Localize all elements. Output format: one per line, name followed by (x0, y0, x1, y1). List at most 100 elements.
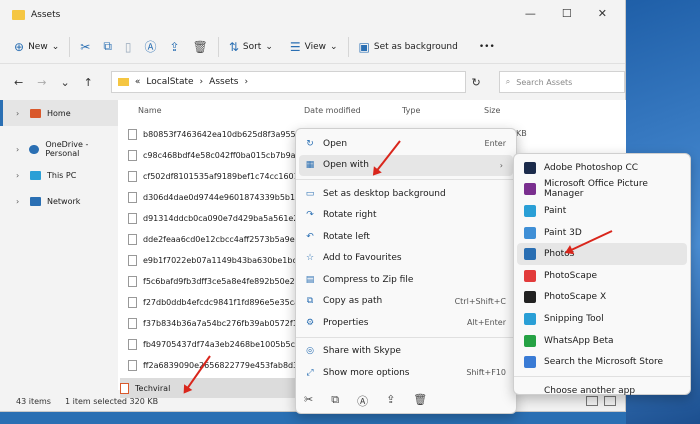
copy-button[interactable]: ⧉ (103, 39, 112, 54)
sidebar-item-onedrive[interactable]: › OneDrive - Personal (0, 136, 118, 162)
context-item-share-with-skype[interactable]: ◎ Share with Skype (296, 341, 516, 363)
sidebar-item-home[interactable]: › Home (0, 100, 118, 126)
context-item-copy-as-path[interactable]: ⧉ Copy as path Ctrl+Shift+C (296, 291, 516, 313)
column-date-modified[interactable]: Date modified (304, 106, 361, 115)
file-row[interactable]: d306d4dae0d9744e9601874339b5b108654... (128, 187, 303, 207)
file-icon (128, 254, 137, 266)
context-item-properties[interactable]: ⚙ Properties Alt+Enter (296, 312, 516, 334)
refresh-icon[interactable]: ↻ (472, 76, 481, 89)
context-item-rotate-left[interactable]: ↶ Rotate left (296, 226, 516, 248)
file-name: d306d4dae0d9744e9601874339b5b108654... (143, 192, 303, 202)
more-options-button[interactable]: ••• (479, 42, 495, 52)
menu-item-icon: ↶ (306, 231, 314, 242)
window-title: Assets (31, 10, 61, 20)
context-quick-actions: ✂ ⧉ Ⓐ ⇪ 🗑 (304, 393, 427, 409)
file-name: ff2a6839090e2656822779e453fab8d3389... (143, 360, 303, 370)
app-icon (524, 161, 536, 174)
file-row[interactable]: f5c6bafd9fb3dff3ce5a8e4fe892b50e2077e... (128, 271, 303, 291)
context-item-rotate-right[interactable]: ↷ Rotate right (296, 205, 516, 227)
context-item-show-more-options[interactable]: ⤢ Show more options Shift+F10 (296, 362, 516, 384)
file-row[interactable]: dde2feaa6cd0e12cbcc4aff2573b5a9e8d52... (128, 229, 303, 249)
context-item-open[interactable]: ↻ Open Enter (296, 133, 516, 155)
back-arrow-icon[interactable]: ← (14, 76, 23, 89)
rename-icon[interactable]: Ⓐ (357, 393, 368, 409)
chevron-down-icon: ⌄ (265, 41, 273, 52)
sort-button[interactable]: ⇅ Sort ⌄ (229, 40, 273, 54)
context-item-compress-to-zip-file[interactable]: ▤ Compress to Zip file (296, 269, 516, 291)
address-bar[interactable]: « LocalState › Assets › (110, 71, 466, 93)
search-icon: ⌕ (505, 77, 511, 86)
open-with-whatsapp-beta[interactable]: WhatsApp Beta (514, 330, 690, 352)
file-name: f37b834b36a7a54bc276fb39ab0572f15250... (143, 318, 303, 328)
file-name: c98c468bdf4e58c042ff0ba015cb7b9a5797... (143, 150, 303, 160)
file-row[interactable]: f37b834b36a7a54bc276fb39ab0572f15250... (128, 313, 303, 333)
cut-button[interactable]: ✂ (80, 40, 90, 54)
cut-icon[interactable]: ✂ (304, 393, 313, 409)
file-row[interactable]: f27db0ddb4efcdc9841f1fd896e5e35cab17... (128, 292, 303, 312)
item-count: 43 items (16, 396, 51, 406)
paste-button[interactable]: ▯ (125, 40, 132, 54)
breadcrumb-localstate[interactable]: LocalState (146, 77, 193, 87)
menu-item-icon: ⚙ (305, 317, 315, 328)
chevron-right-icon: › (16, 108, 20, 118)
column-name[interactable]: Name (138, 106, 162, 115)
set-as-background-button[interactable]: ▣ Set as background (359, 40, 458, 54)
open-with-snipping-tool[interactable]: Snipping Tool (514, 308, 690, 330)
rename-button[interactable]: Ⓐ (145, 38, 157, 55)
close-button[interactable]: ✕ (598, 7, 607, 20)
open-with-adobe-photoshop-cc[interactable]: Adobe Photoshop CC (514, 157, 690, 179)
folder-icon (117, 78, 129, 86)
file-icon (128, 359, 137, 371)
file-row[interactable]: d91314ddcb0ca090e7d429ba5a561e25b5c... (128, 208, 303, 228)
wallpaper-icon: ▣ (358, 39, 370, 54)
plus-icon: ⊕ (14, 39, 25, 54)
breadcrumb-assets[interactable]: Assets (209, 77, 238, 87)
rename-icon: Ⓐ (144, 40, 157, 54)
open-with-microsoft-office-picture-manager[interactable]: Microsoft Office Picture Manager (514, 179, 690, 201)
breadcrumb-separator: › (244, 77, 249, 87)
up-arrow-icon[interactable]: ↑ (84, 76, 93, 89)
open-with-search-the-microsoft-store[interactable]: Search the Microsoft Store (514, 351, 690, 373)
open-with-choose-another-app[interactable]: Choose another app (514, 380, 690, 402)
delete-icon[interactable]: 🗑 (413, 393, 427, 409)
file-row[interactable]: fb49705437df74a3eb2468be1005b5cc9712... (128, 334, 303, 354)
column-size[interactable]: Size (484, 106, 500, 115)
file-icon (128, 212, 137, 224)
file-icon (128, 317, 137, 329)
file-row[interactable]: cf502df8101535af9189bef1c74cc1601049... (128, 166, 303, 186)
minimize-button[interactable]: — (525, 7, 536, 20)
menu-item-icon: ▭ (305, 188, 315, 199)
open-with-paint-3d[interactable]: Paint 3D (514, 222, 690, 244)
file-row[interactable]: c98c468bdf4e58c042ff0ba015cb7b9a5797... (128, 145, 303, 165)
new-button[interactable]: ⊕ New ⌄ (14, 40, 59, 54)
app-icon (524, 291, 536, 304)
app-icon (524, 385, 536, 397)
forward-arrow-icon[interactable]: → (37, 76, 46, 89)
open-with-photos[interactable]: Photos (517, 243, 687, 265)
file-row[interactable]: e9b1f7022eb07a1149b43ba630be1bcf262... (128, 250, 303, 270)
open-with-paint[interactable]: Paint (514, 200, 690, 222)
delete-button[interactable]: 🗑 (193, 40, 208, 54)
copy-icon[interactable]: ⧉ (331, 393, 339, 409)
share-icon[interactable]: ⇪ (386, 393, 395, 409)
share-button[interactable]: ⇪ (170, 40, 180, 54)
search-input[interactable]: ⌕ Search Assets (498, 71, 625, 93)
open-with-photoscape[interactable]: PhotoScape (514, 265, 690, 287)
maximize-button[interactable]: ☐ (562, 7, 572, 20)
file-row[interactable]: b80853f7463642ea10db625d8f3a9559e089... (128, 124, 303, 144)
breadcrumb-overflow[interactable]: « (135, 77, 141, 87)
menu-item-icon: ↷ (306, 210, 314, 221)
sidebar-item-network[interactable]: › Network (0, 188, 118, 214)
view-button[interactable]: ☰ View ⌄ (290, 40, 338, 54)
open-with-photoscape-x[interactable]: PhotoScape X (514, 287, 690, 309)
sidebar-item-this-pc[interactable]: › This PC (0, 162, 118, 188)
network-icon (30, 196, 41, 206)
context-item-add-to-favourites[interactable]: ☆ Add to Favourites (296, 248, 516, 270)
file-row[interactable]: ff2a6839090e2656822779e453fab8d3389... (128, 355, 303, 375)
recent-chevron-icon[interactable]: ⌄ (60, 76, 69, 89)
column-type[interactable]: Type (402, 106, 420, 115)
file-icon (128, 149, 137, 161)
selection-info: 1 item selected 320 KB (64, 396, 159, 406)
context-item-open-with[interactable]: ▦ Open with › (299, 154, 513, 176)
context-item-set-as-desktop-background[interactable]: ▭ Set as desktop background (296, 183, 516, 205)
